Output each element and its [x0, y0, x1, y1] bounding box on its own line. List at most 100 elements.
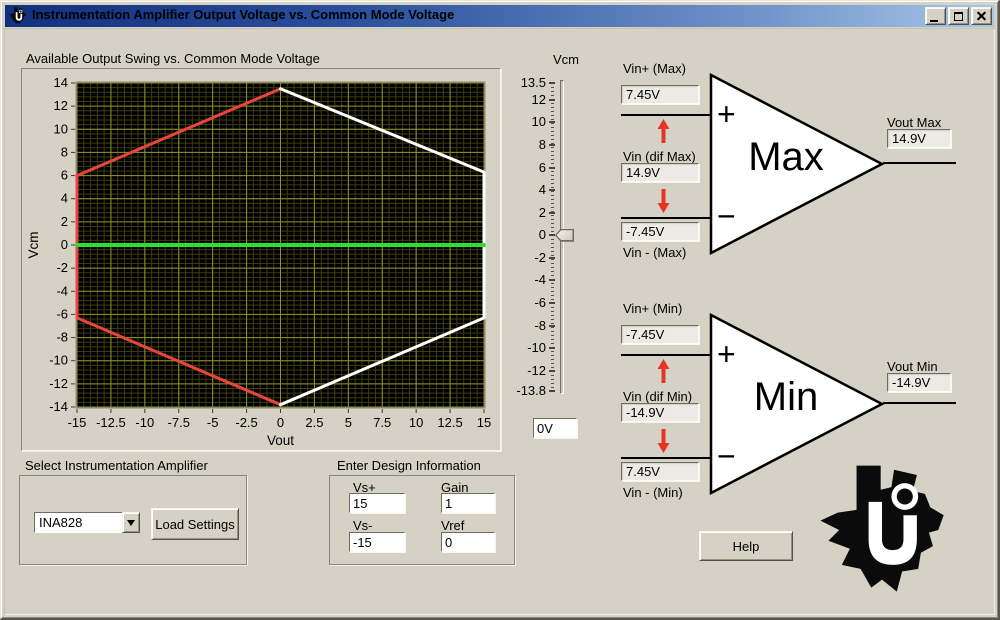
vin-plus-min-label: Vin+ (Min): [623, 301, 682, 316]
amp-min-name: Min: [731, 375, 841, 420]
vs-minus-label: Vs-: [353, 518, 373, 533]
amplifier-group-label: Select Instrumentation Amplifier: [25, 458, 208, 473]
svg-text:-10: -10: [135, 415, 154, 430]
window-title: Instrumentation Amplifier Output Voltage…: [32, 7, 454, 22]
slider-tick-mark: [549, 144, 555, 146]
amplifier-dropdown[interactable]: INA828: [34, 512, 123, 533]
vin-dif-max-label: Vin (dif Max): [623, 149, 696, 164]
ti-logo-icon: [8, 7, 26, 25]
amplifier-dropdown-button[interactable]: [122, 512, 140, 533]
chart-plot-area: -15-12.5-10-7.5-5-2.502.557.51012.515141…: [22, 69, 500, 450]
slider-tick-label: 12: [506, 92, 546, 107]
slider-tick-mark: [549, 347, 555, 349]
vin-minus-min-value: 7.45V: [621, 462, 699, 481]
vs-minus-input[interactable]: [349, 532, 405, 552]
maximize-icon: [954, 12, 963, 21]
minus-input-wire: [621, 457, 713, 459]
slider-tick-label: -13.8: [506, 383, 546, 398]
help-button[interactable]: Help: [699, 531, 793, 561]
chevron-down-icon: [127, 520, 135, 526]
slider-tick-mark: [549, 390, 555, 392]
plus-sign: +: [717, 101, 736, 127]
slider-tick-mark: [549, 370, 555, 372]
plus-sign: +: [717, 341, 736, 367]
svg-text:7.5: 7.5: [373, 415, 391, 430]
amp-max-name: Max: [731, 135, 841, 180]
svg-text:-2.5: -2.5: [235, 415, 257, 430]
vin-dif-min-value: -14.9V: [621, 403, 699, 422]
svg-text:14: 14: [54, 75, 68, 90]
svg-text:-12: -12: [49, 376, 68, 391]
vin-minus-min-label: Vin - (Min): [623, 485, 683, 500]
svg-text:-8: -8: [56, 330, 68, 345]
slider-tick-label: -10: [506, 340, 546, 355]
plus-input-wire: [621, 114, 713, 116]
slider-tick-label: 10: [506, 114, 546, 129]
slider-tick-label: -12: [506, 363, 546, 378]
minimize-icon: [930, 20, 938, 22]
svg-text:8: 8: [61, 144, 68, 159]
slider-tick-label: -4: [506, 272, 546, 287]
slider-tick-label: -6: [506, 295, 546, 310]
svg-text:-15: -15: [68, 415, 87, 430]
slider-tick-mark: [549, 257, 555, 259]
close-icon: [976, 11, 987, 22]
slider-tick-mark: [549, 234, 555, 236]
vref-label: Vref: [441, 518, 464, 533]
slider-tick-mark: [549, 121, 555, 123]
svg-text:0: 0: [61, 237, 68, 252]
vs-plus-input[interactable]: [349, 493, 405, 513]
minus-input-wire: [621, 217, 713, 219]
slider-tick-label: 0: [506, 227, 546, 242]
svg-text:-7.5: -7.5: [168, 415, 190, 430]
slider-tick-label: 6: [506, 160, 546, 175]
vcm-slider: Vcm 13.5121086420-2-4-6-8-10-12-13.8: [506, 46, 626, 456]
svg-text:12.5: 12.5: [437, 415, 462, 430]
svg-text:-2: -2: [56, 260, 68, 275]
vout-max-value: 14.9V: [887, 129, 951, 148]
slider-tick-mark: [549, 167, 555, 169]
output-wire: [883, 162, 956, 164]
arrow-up-icon: [657, 119, 670, 143]
svg-text:Vout: Vout: [267, 433, 294, 448]
vref-input[interactable]: [441, 532, 495, 552]
svg-text:-4: -4: [56, 283, 68, 298]
amp-max-block: Vin+ (Max) 7.45V Vin (dif Max) 14.9V -7.…: [619, 59, 964, 274]
load-settings-button[interactable]: Load Settings: [151, 508, 239, 540]
vin-plus-max-label: Vin+ (Max): [623, 61, 686, 76]
slider-tick-mark: [549, 325, 555, 327]
vin-dif-min-label: Vin (dif Min): [623, 389, 692, 404]
vout-max-label: Vout Max: [887, 115, 941, 130]
output-swing-chart: -15-12.5-10-7.5-5-2.502.557.51012.515141…: [21, 68, 501, 451]
slider-tick-mark: [549, 189, 555, 191]
title-bar[interactable]: Instrumentation Amplifier Output Voltage…: [5, 5, 994, 27]
slider-tick-label: -8: [506, 318, 546, 333]
output-wire: [883, 402, 956, 404]
vin-plus-min-value: -7.45V: [621, 325, 699, 344]
svg-text:4: 4: [61, 191, 68, 206]
svg-text:0: 0: [277, 415, 284, 430]
slider-tick-label: 2: [506, 205, 546, 220]
minus-sign: −: [717, 443, 736, 469]
gain-input[interactable]: [441, 493, 495, 513]
minimize-button[interactable]: [925, 7, 946, 25]
svg-text:12: 12: [54, 98, 68, 113]
close-button[interactable]: [971, 7, 992, 25]
svg-text:-6: -6: [56, 306, 68, 321]
slider-minor-ticks: [551, 83, 554, 391]
slider-tick-label: -2: [506, 250, 546, 265]
vout-min-label: Vout Min: [887, 359, 938, 374]
maximize-button[interactable]: [948, 7, 969, 25]
vcm-slider-thumb[interactable]: [555, 229, 574, 242]
minus-sign: −: [717, 203, 736, 229]
slider-tick-label: 4: [506, 182, 546, 197]
app-window: Instrumentation Amplifier Output Voltage…: [0, 0, 1000, 620]
svg-text:10: 10: [54, 121, 68, 136]
svg-text:6: 6: [61, 168, 68, 183]
vcm-value-field[interactable]: [533, 418, 577, 438]
slider-tick-mark: [549, 302, 555, 304]
slider-tick-mark: [549, 279, 555, 281]
svg-text:-5: -5: [207, 415, 219, 430]
vin-plus-max-value: 7.45V: [621, 85, 699, 104]
chart-canvas: -15-12.5-10-7.5-5-2.502.557.51012.515141…: [22, 69, 500, 450]
